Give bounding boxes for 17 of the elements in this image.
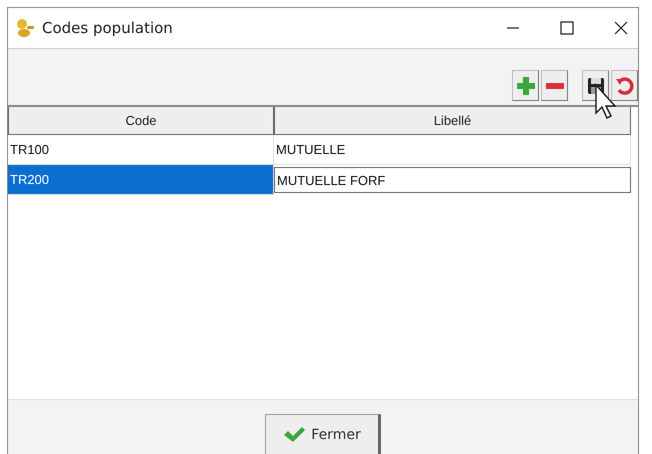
checkmark-icon (283, 426, 306, 444)
close-button[interactable]: Fermer (265, 414, 381, 454)
maximize-icon[interactable] (560, 21, 574, 35)
table-cell[interactable]: TR200 (8, 165, 274, 195)
figure-icon (14, 17, 36, 39)
table-cell[interactable]: MUTUELLE (274, 135, 631, 165)
column-header[interactable]: Code (8, 107, 274, 135)
undo-button[interactable] (611, 70, 638, 101)
input-field[interactable]: MUTUELLE FORF (274, 167, 631, 193)
add-button[interactable] (512, 70, 539, 101)
undo-icon (614, 74, 636, 96)
window-title: Codes population (42, 19, 173, 37)
remove-button[interactable] (541, 70, 568, 101)
plus-icon (514, 74, 536, 96)
column-header[interactable]: Libellé (274, 107, 631, 135)
minus-icon (546, 82, 564, 88)
close-icon[interactable] (614, 21, 628, 35)
